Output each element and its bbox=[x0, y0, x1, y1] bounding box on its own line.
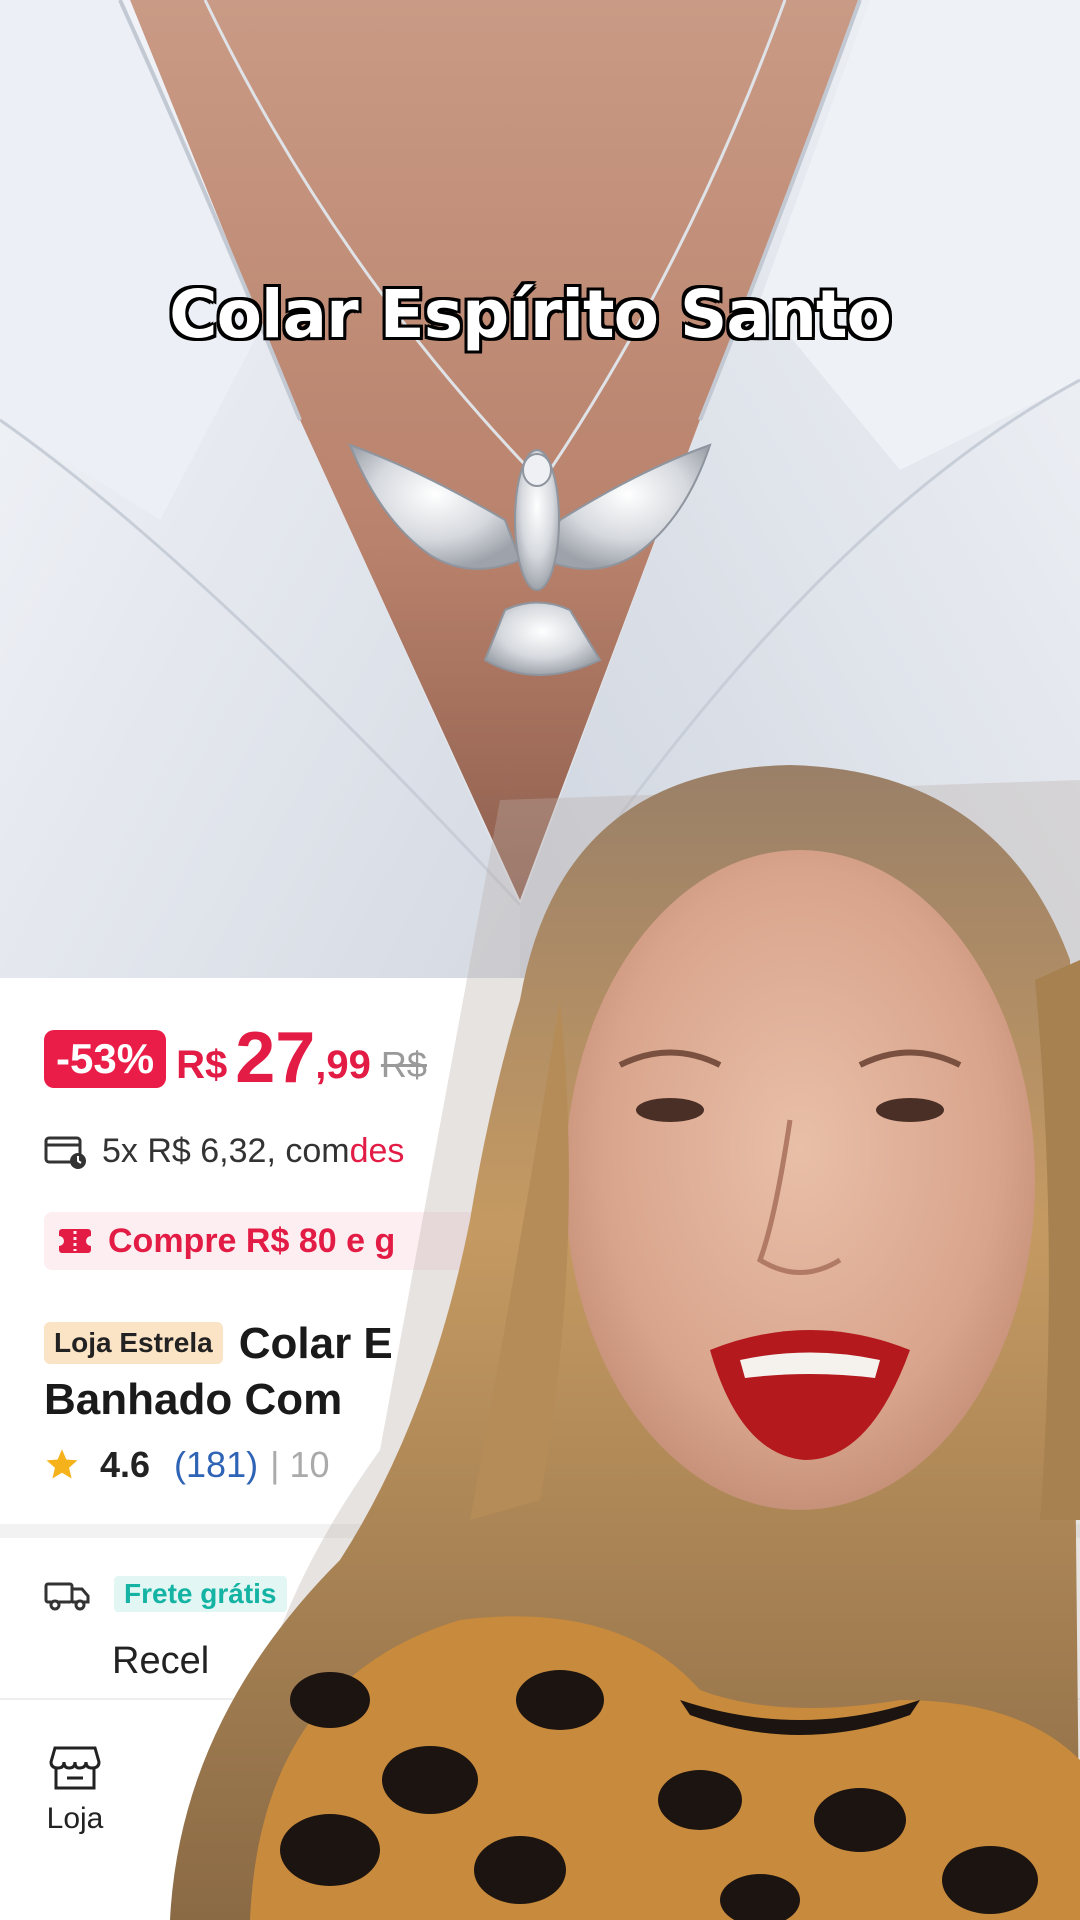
store-badge: Loja Estrela bbox=[44, 1322, 223, 1364]
rating-value: 4.6 bbox=[100, 1444, 151, 1485]
nav-divider bbox=[0, 1698, 1080, 1700]
product-title-line1: Colar E bbox=[238, 1319, 393, 1368]
nav-store-button[interactable]: Loja bbox=[40, 1744, 110, 1836]
installments-text: 5x R$ 6,32, com bbox=[102, 1132, 350, 1170]
card-clock-icon bbox=[44, 1136, 86, 1169]
nav-store-label: Loja bbox=[46, 1802, 104, 1835]
product-title-line2: Banhado Com bbox=[44, 1375, 343, 1424]
shipping-row[interactable]: Frete grátis bbox=[44, 1576, 287, 1612]
star-icon bbox=[46, 1449, 78, 1479]
original-price: R$ bbox=[380, 1044, 427, 1085]
price-integer: 27 bbox=[235, 1018, 316, 1098]
truck-icon bbox=[44, 1582, 90, 1611]
product-title: Loja Estrela Colar E Banhado Com bbox=[44, 1316, 604, 1428]
rating-row[interactable]: 4.6 (181) | 10 bbox=[44, 1444, 330, 1486]
installments-highlight: des bbox=[349, 1132, 405, 1170]
price-decimal: ,99 bbox=[315, 1043, 371, 1087]
installments-row[interactable]: 5x R$ 6,32, com des bbox=[44, 1132, 404, 1171]
store-icon bbox=[49, 1746, 101, 1790]
promo-text: Compre R$ 80 e g bbox=[108, 1221, 396, 1260]
promo-banner[interactable]: Compre R$ 80 e g bbox=[44, 1212, 484, 1270]
free-shipping-badge: Frete grátis bbox=[114, 1576, 287, 1612]
price-row: -53% R$ 27 ,99 R$ bbox=[44, 1022, 427, 1094]
product-photo: Colar Espírito Santo bbox=[0, 0, 1080, 980]
coupon-icon bbox=[58, 1229, 92, 1253]
necklace-illustration bbox=[0, 0, 1080, 980]
shipping-text: Recel bbox=[112, 1640, 210, 1682]
price-currency: R$ bbox=[176, 1043, 228, 1087]
section-divider bbox=[0, 1524, 1080, 1538]
discount-badge: -53% bbox=[44, 1030, 167, 1088]
sold-count: | 10 bbox=[270, 1444, 330, 1485]
review-count[interactable]: (181) bbox=[174, 1444, 258, 1486]
video-caption: Colar Espírito Santo bbox=[169, 276, 892, 353]
